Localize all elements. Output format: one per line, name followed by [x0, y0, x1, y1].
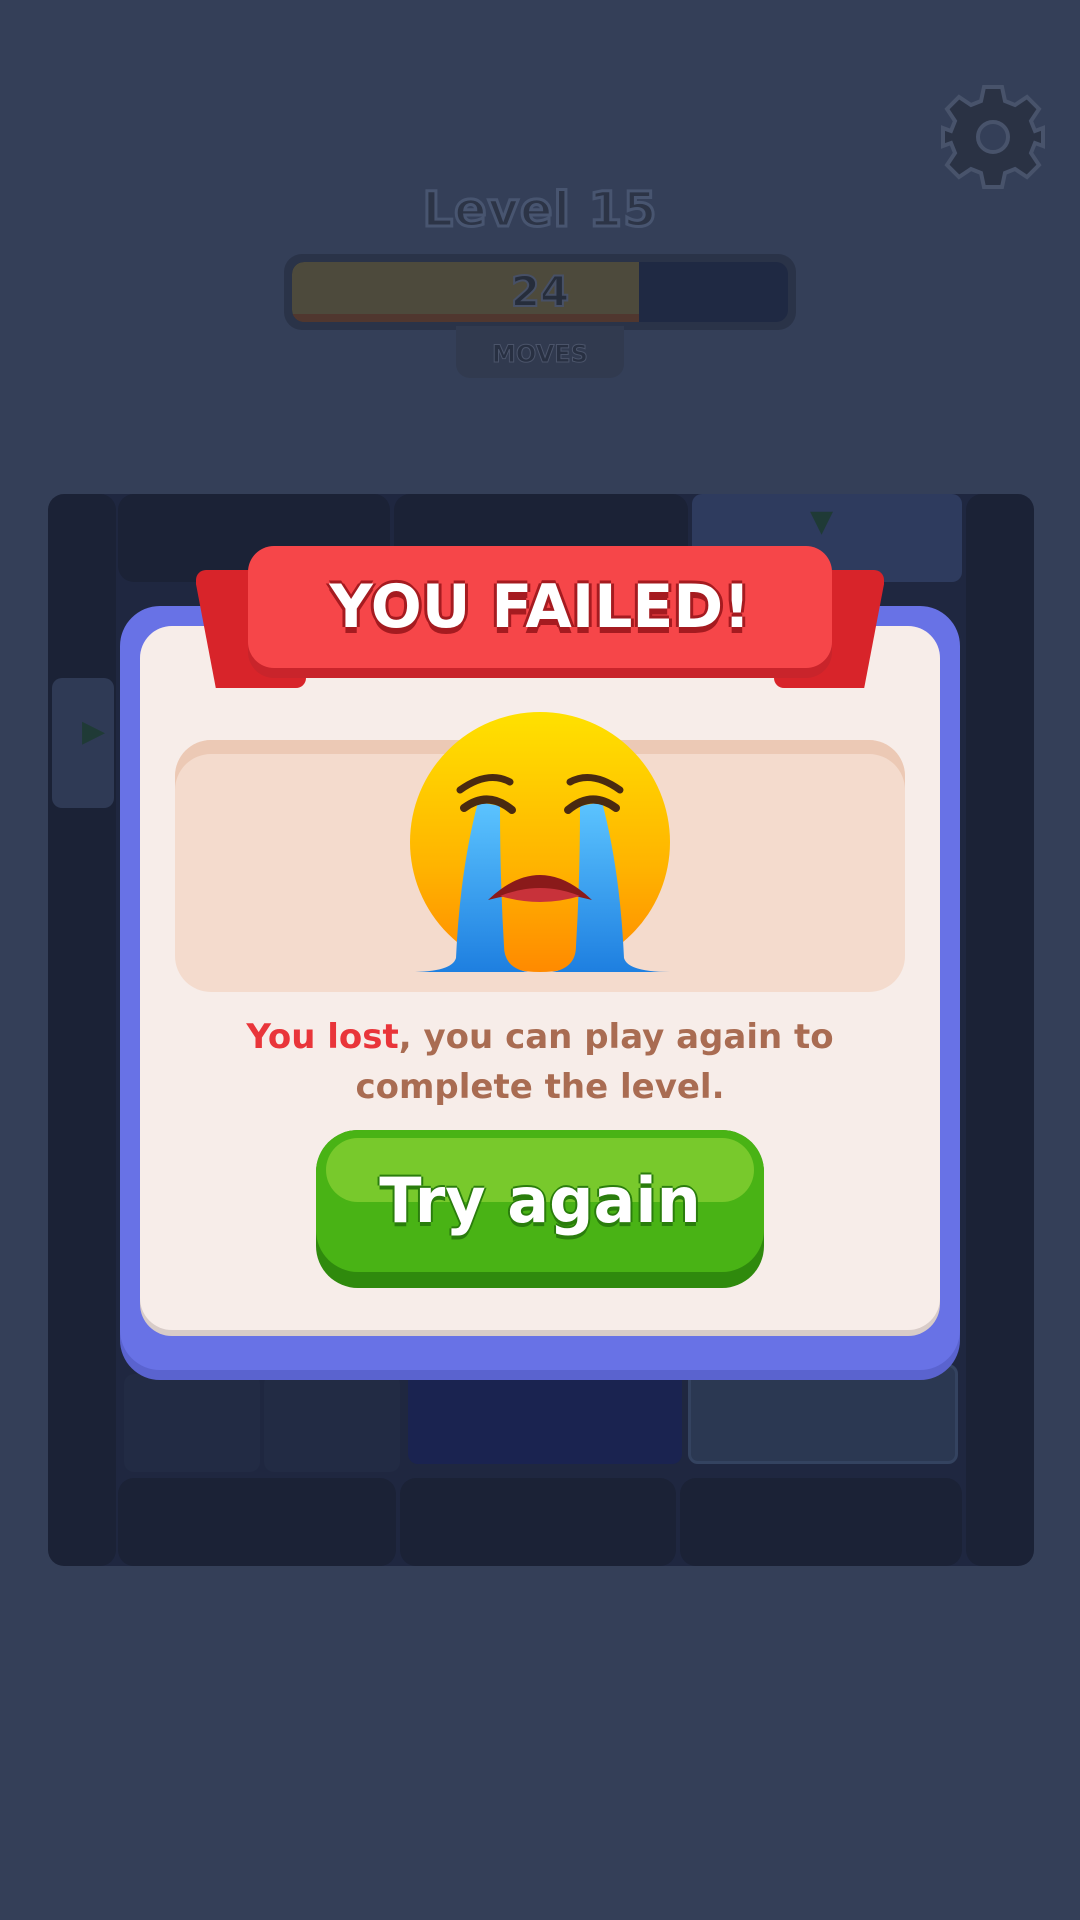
title-ribbon: YOU FAILED!: [248, 546, 832, 668]
board-cell: [264, 1374, 400, 1472]
try-again-button[interactable]: Try again: [316, 1130, 764, 1288]
moves-bar: 24: [284, 254, 796, 330]
moves-track: 24: [292, 262, 788, 322]
fail-message-highlight: You lost: [246, 1017, 399, 1057]
gear-icon: [941, 85, 1045, 189]
moves-label: MOVES: [456, 326, 624, 378]
moves-count: 24: [510, 266, 570, 317]
loudly-crying-face-icon: [410, 712, 670, 972]
dialog-title: YOU FAILED!: [329, 572, 751, 642]
fail-message: You lost, you can play again to complete…: [170, 1012, 910, 1112]
board-cell: [124, 1374, 260, 1472]
settings-button[interactable]: [940, 84, 1046, 190]
board-wall-bottom-1: [118, 1478, 396, 1566]
board-wall-left: [48, 494, 116, 1566]
board-block-ghost: [688, 1364, 958, 1464]
arrow-down-icon: ▼: [810, 504, 834, 539]
board-wall-bottom-2: [400, 1478, 676, 1566]
board-block-blue: [408, 1364, 682, 1464]
board-wall-right: [966, 494, 1034, 1566]
board-wall-bottom-3: [680, 1478, 962, 1566]
arrow-right-icon: ▶: [82, 714, 106, 749]
level-title: Level 15: [421, 181, 658, 240]
fail-message-text: , you can play again to complete the lev…: [355, 1017, 834, 1107]
try-again-label: Try again: [379, 1164, 701, 1237]
